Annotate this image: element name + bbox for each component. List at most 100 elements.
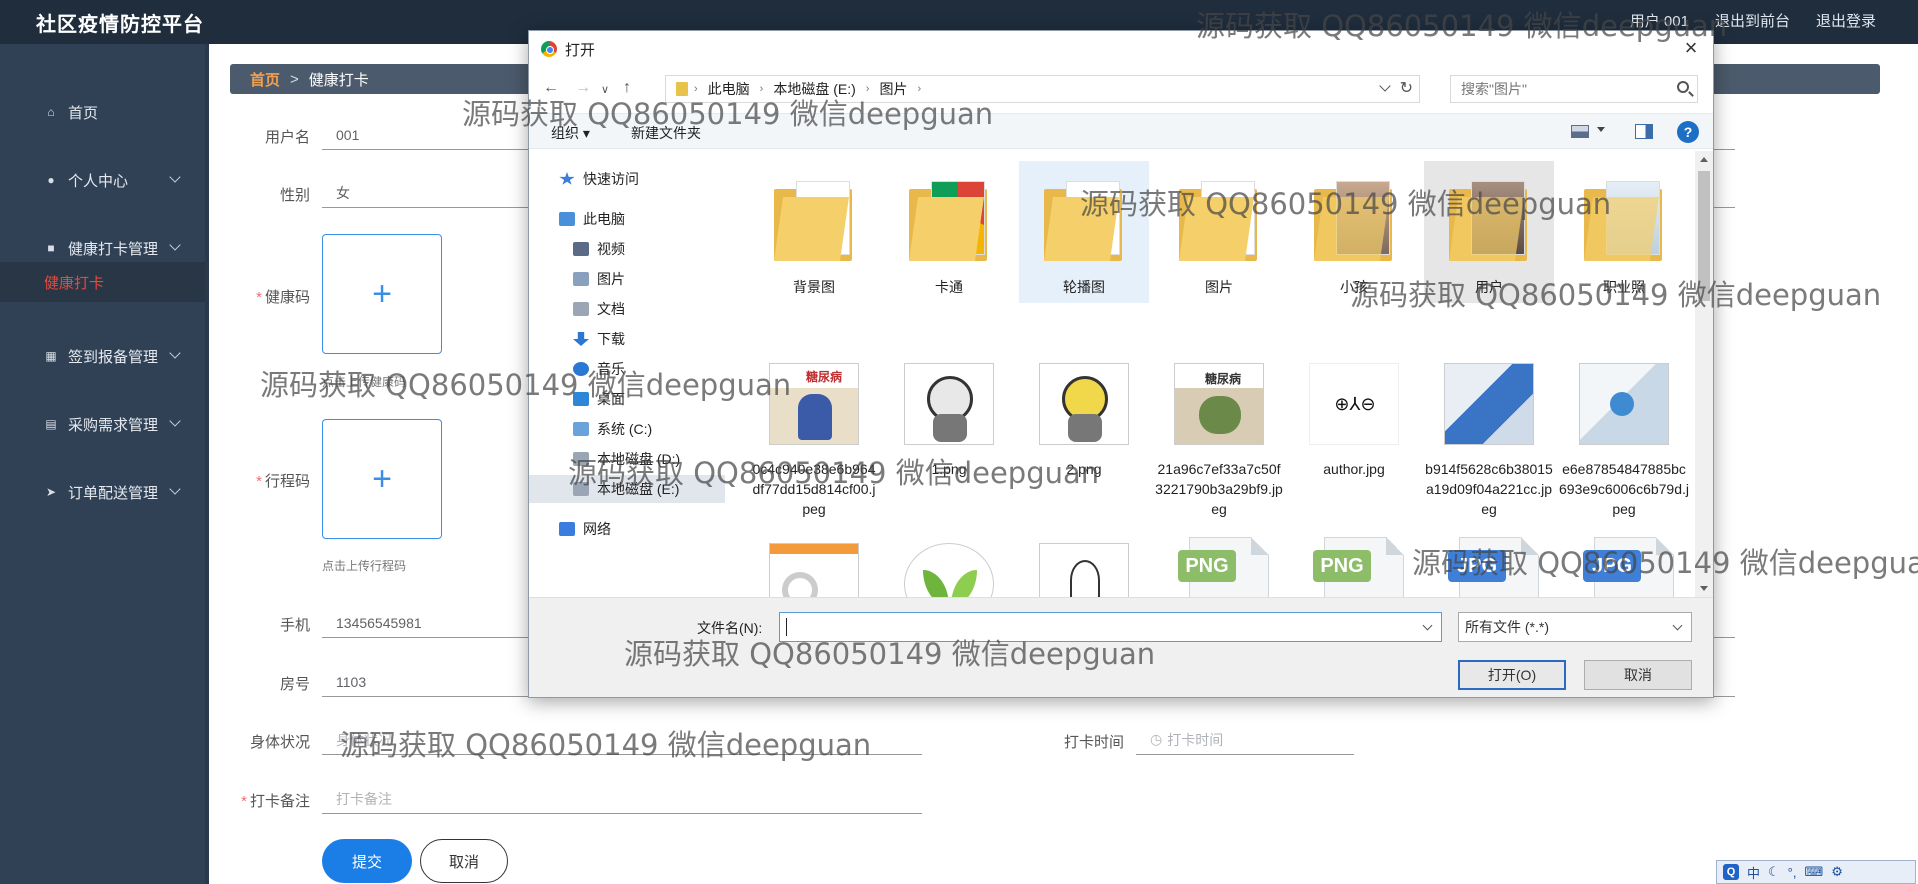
nav-item-desktop[interactable]: 桌面 (573, 385, 625, 413)
text-caret (786, 618, 787, 636)
folder-tile[interactable]: 小孩 (1289, 161, 1419, 303)
image-file-tile[interactable]: e6e87854847885bc693e9c6006c6b79d.jpeg (1559, 343, 1689, 517)
dialog-cancel-button[interactable]: 取消 (1584, 660, 1692, 690)
up-arrow-icon[interactable]: ↑ (623, 79, 631, 97)
folder-tile[interactable]: 轮播图 (1019, 161, 1149, 303)
user-name-link[interactable]: 用户 001 (1630, 10, 1689, 31)
jpg-file-tile[interactable]: JPG (1559, 523, 1689, 597)
nav-item-network[interactable]: 网络 (559, 515, 611, 543)
body-status-field[interactable]: 身体状况 (322, 725, 922, 755)
nav-item-pictures[interactable]: 图片 (573, 265, 625, 293)
settings-icon[interactable]: ⚙ (1831, 864, 1843, 880)
keyboard-icon[interactable]: ⌨ (1804, 864, 1823, 880)
nav-item-drive-d[interactable]: 本地磁盘 (D:) (573, 445, 680, 473)
back-to-frontend-link[interactable]: 退出到前台 (1715, 10, 1790, 31)
sidebar-item-home[interactable]: ⌂ 首页 (0, 92, 205, 132)
chevron-down-icon[interactable] (1422, 620, 1433, 631)
nav-item-documents[interactable]: 文档 (573, 295, 625, 323)
folder-icon (759, 161, 869, 271)
qq-pinyin-icon[interactable]: Q (1723, 864, 1739, 880)
filetype-select[interactable]: 所有文件 (*.*) (1458, 612, 1692, 642)
image-file-tile[interactable] (884, 523, 1014, 597)
nav-item-drive-c[interactable]: 系统 (C:) (573, 415, 652, 443)
path-segment[interactable]: 图片 (879, 79, 907, 99)
filename-input[interactable] (779, 612, 1442, 642)
image-file-tile[interactable]: 糖尿病 0c4c940e38e6b964df77dd15d814cf00.jpe… (749, 343, 879, 517)
checkin-time-field[interactable]: ◷ 打卡时间 (1136, 725, 1354, 755)
sidebar-item-profile[interactable]: ● 个人中心 (0, 160, 205, 200)
command-bar: 组织 ▾ 新建文件夹 ? (529, 113, 1713, 149)
jpg-file-tile[interactable]: JPG (1424, 523, 1554, 597)
png-file-tile[interactable]: PNG (1289, 523, 1419, 597)
nav-item-drive-e[interactable]: 本地磁盘 (E:) (529, 475, 725, 503)
open-button[interactable]: 打开(O) (1458, 660, 1566, 690)
search-input[interactable]: 搜索"图片" (1450, 75, 1698, 103)
nav-item-music[interactable]: 音乐 (573, 355, 625, 383)
breadcrumb-home[interactable]: 首页 (250, 69, 280, 90)
ime-toolbar[interactable]: Q 中 ☾ °, ⌨ ⚙ (1716, 860, 1916, 884)
chevron-down-icon[interactable] (1379, 80, 1391, 92)
remark-field[interactable]: 打卡备注 (322, 784, 922, 814)
folder-icon (1434, 161, 1544, 271)
computer-icon (559, 212, 575, 226)
recent-dropdown-icon[interactable]: ∨ (601, 83, 609, 96)
image-file-tile[interactable] (749, 523, 879, 597)
refresh-icon[interactable]: ↻ (1400, 78, 1413, 98)
scroll-up-icon[interactable] (1700, 157, 1708, 162)
view-mode-icon[interactable] (1571, 125, 1589, 138)
logout-link[interactable]: 退出登录 (1816, 10, 1876, 31)
moon-icon[interactable]: ☾ (1768, 864, 1780, 880)
nav-item-downloads[interactable]: 下载 (573, 325, 625, 353)
path-breadcrumb[interactable]: › 此电脑 › 本地磁盘 (E:) › 图片 › ↻ (665, 75, 1420, 103)
nav-item-this-pc[interactable]: 此电脑 (559, 205, 625, 233)
thumbnail-caption: ⊕⅄⊖ (1334, 394, 1376, 414)
sidebar-item-label: 个人中心 (68, 172, 129, 190)
sidebar-subitem-health-checkin[interactable]: 健康打卡 (0, 262, 205, 302)
folder-tile[interactable]: 职业照 (1559, 161, 1689, 303)
dialog-title-bar[interactable]: 打开 × (529, 31, 1713, 67)
sidebar-item-label: 首页 (68, 104, 99, 122)
room-label: 房号 (279, 676, 310, 693)
folder-icon (894, 161, 1004, 271)
path-segment[interactable]: 此电脑 (708, 79, 750, 99)
image-file-tile[interactable] (1019, 523, 1149, 597)
image-thumbnail: 糖尿病 (759, 343, 869, 453)
scroll-thumb[interactable] (1698, 171, 1710, 301)
health-code-upload[interactable]: + (322, 234, 442, 354)
folder-tile[interactable]: 背景图 (749, 161, 879, 303)
briefcase-icon: ■ (47, 241, 55, 255)
image-file-tile[interactable]: b914f5628c6b38015a19d09f04a221cc.jpeg (1424, 343, 1554, 517)
ime-mode-label[interactable]: 中 (1747, 863, 1760, 882)
image-file-tile[interactable]: 1.png (884, 343, 1014, 513)
scroll-down-icon[interactable] (1700, 586, 1708, 591)
vertical-scrollbar[interactable] (1695, 151, 1713, 597)
sidebar-item-signin-report[interactable]: ▦ 签到报备管理 (0, 336, 205, 376)
organize-menu[interactable]: 组织 ▾ (551, 123, 590, 143)
address-bar: ← → ∨ ↑ › 此电脑 › 本地磁盘 (E:) › 图片 › ↻ 搜索"图片… (529, 71, 1713, 107)
sidebar-item-delivery[interactable]: ➤ 订单配送管理 (0, 472, 205, 512)
sidebar-item-purchase[interactable]: ▤ 采购需求管理 (0, 404, 205, 444)
image-file-tile[interactable]: 糖尿病 21a96c7ef33a7c50f3221790b3a29bf9.jpe… (1154, 343, 1284, 517)
picture-icon (573, 272, 589, 286)
punctuation-icon[interactable]: °, (1788, 865, 1797, 880)
sidebar-item-label: 订单配送管理 (68, 484, 159, 502)
image-file-tile[interactable]: 2.png (1019, 343, 1149, 513)
close-icon[interactable]: × (1679, 37, 1703, 61)
folder-tile[interactable]: 用户 (1424, 161, 1554, 303)
new-folder-button[interactable]: 新建文件夹 (631, 123, 701, 143)
help-icon[interactable]: ? (1677, 121, 1699, 143)
folder-tile[interactable]: 卡通 (884, 161, 1014, 303)
folder-tile[interactable]: 图片 (1154, 161, 1284, 303)
back-arrow-icon[interactable]: ← (543, 79, 559, 97)
submit-button[interactable]: 提交 (322, 839, 412, 883)
nav-item-videos[interactable]: 视频 (573, 235, 625, 263)
view-dropdown-icon[interactable] (1597, 127, 1605, 132)
nav-item-quick-access[interactable]: 快速访问 (559, 165, 639, 193)
preview-pane-icon[interactable] (1635, 124, 1653, 139)
image-file-tile[interactable]: ⊕⅄⊖ author.jpg (1289, 343, 1419, 513)
forward-arrow-icon[interactable]: → (575, 79, 591, 97)
png-file-tile[interactable]: PNG (1154, 523, 1284, 597)
path-segment[interactable]: 本地磁盘 (E:) (773, 79, 855, 99)
trip-code-upload[interactable]: + (322, 419, 442, 539)
cancel-button[interactable]: 取消 (420, 839, 508, 883)
